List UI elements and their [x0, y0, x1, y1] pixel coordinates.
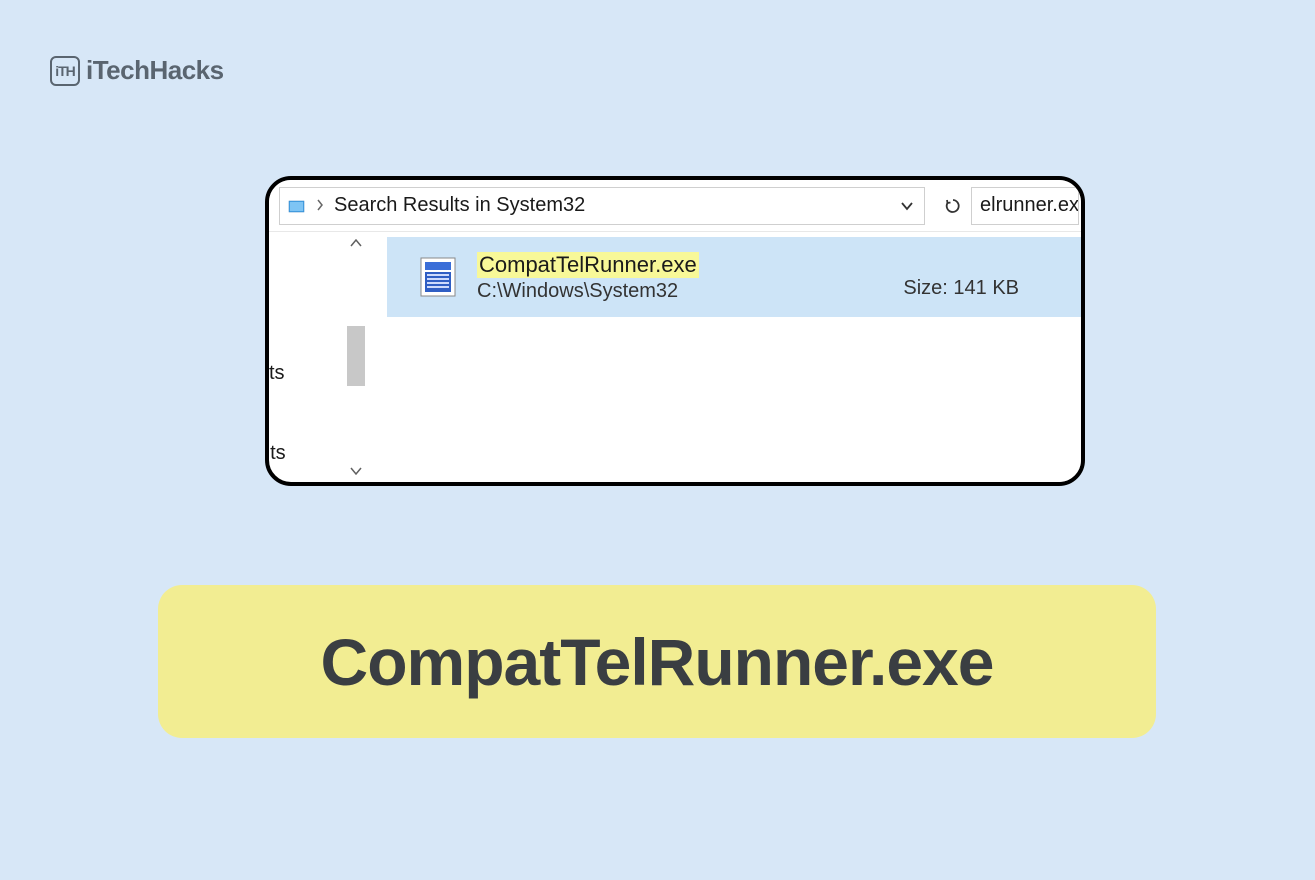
caption-banner: CompatTelRunner.exe [158, 585, 1156, 738]
caption-text: CompatTelRunner.exe [321, 624, 994, 700]
scroll-up-icon[interactable] [345, 232, 367, 254]
result-details: CompatTelRunner.exe C:\Windows\System32 [477, 252, 699, 303]
nav-scrollbar[interactable] [345, 232, 367, 482]
logo-badge-icon: iTH [50, 56, 80, 86]
scroll-track[interactable] [345, 254, 367, 460]
breadcrumb-text[interactable]: Search Results in System32 [334, 194, 585, 217]
size-label: Size: [903, 277, 947, 299]
breadcrumb-chevron-icon [316, 198, 324, 214]
logo-badge-text: iTH [55, 63, 75, 79]
exe-file-icon [417, 256, 459, 298]
explorer-toolbar: Search Results in System32 elrunner.ex [269, 180, 1081, 232]
result-path: C:\Windows\System32 [477, 280, 699, 303]
result-filename: CompatTelRunner.exe [477, 252, 699, 278]
search-result-item[interactable]: CompatTelRunner.exe C:\Windows\System32 … [387, 237, 1081, 317]
search-input[interactable]: elrunner.ex [971, 187, 1079, 225]
address-bar[interactable]: Search Results in System32 [279, 187, 925, 225]
size-value: 141 KB [953, 277, 1019, 299]
site-logo: iTH iTechHacks [50, 55, 224, 86]
explorer-body: cts nts [269, 232, 1081, 482]
result-size: Size: 141 KB [903, 277, 1019, 300]
refresh-button[interactable] [935, 190, 971, 222]
history-dropdown-button[interactable] [898, 197, 916, 215]
nav-item-fragment[interactable]: nts [269, 442, 286, 465]
search-value: elrunner.ex [980, 194, 1079, 217]
scroll-down-icon[interactable] [345, 460, 367, 482]
explorer-window: Search Results in System32 elrunner.ex c… [265, 176, 1085, 486]
search-folder-icon [288, 198, 306, 214]
navigation-pane[interactable]: cts nts [269, 232, 367, 482]
nav-item-fragment[interactable]: cts [269, 362, 285, 385]
scroll-thumb[interactable] [347, 326, 365, 386]
logo-text: iTechHacks [86, 55, 224, 86]
results-pane: CompatTelRunner.exe C:\Windows\System32 … [367, 232, 1081, 482]
